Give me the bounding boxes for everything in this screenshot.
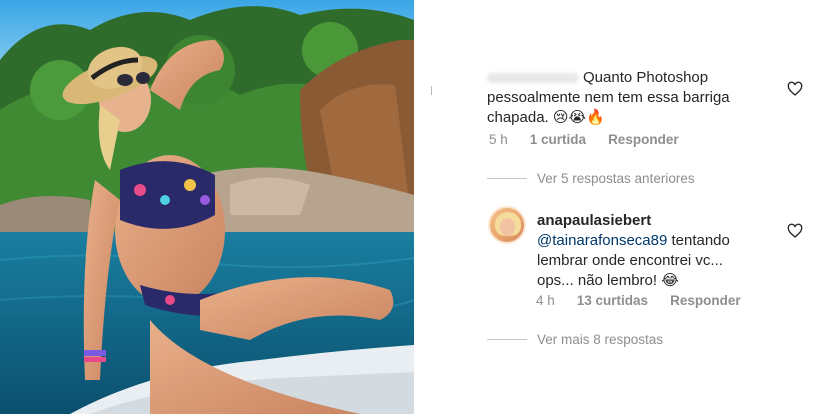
- reply-button[interactable]: Responder: [608, 132, 679, 147]
- comment-line: lembrar onde encontrei vc...: [537, 252, 723, 269]
- comment-text: Quanto Photoshop pessoalmente nem tem es…: [487, 68, 787, 128]
- blurred-username: [487, 73, 579, 84]
- view-previous-replies[interactable]: Ver 5 respostas anteriores: [487, 171, 695, 186]
- comment-time: 5 h: [489, 132, 508, 147]
- view-more-label: Ver mais 8 respostas: [537, 332, 664, 347]
- divider-line: [487, 178, 527, 179]
- heart-icon[interactable]: [787, 81, 803, 97]
- avatar[interactable]: [488, 206, 526, 244]
- comment-line: pessoalmente nem tem essa barriga: [487, 89, 730, 106]
- beach-photo-illustration: [0, 0, 414, 414]
- reply-text: anapaulasiebert @tainarafonseca89 tentan…: [537, 211, 787, 291]
- comment-line: Quanto Photoshop: [487, 68, 787, 88]
- view-more-replies[interactable]: Ver mais 8 respostas: [487, 332, 663, 347]
- likes-count[interactable]: 13 curtidas: [577, 293, 648, 308]
- comment-line: chapada. 😢😭🔥: [487, 109, 605, 126]
- likes-count[interactable]: 1 curtida: [530, 132, 586, 147]
- comments-panel: Quanto Photoshop pessoalmente nem tem es…: [414, 0, 828, 414]
- comment-meta: 5 h 1 curtida Responder: [489, 132, 679, 147]
- reply-meta: 4 h 13 curtidas Responder: [536, 293, 741, 308]
- comment-line: ops... não lembro! 😂: [537, 272, 679, 289]
- reply-username[interactable]: anapaulasiebert: [537, 211, 787, 231]
- heart-icon[interactable]: [787, 223, 803, 239]
- side-mark: [431, 86, 432, 95]
- mention-link[interactable]: @tainarafonseca89: [537, 232, 667, 249]
- reply-time: 4 h: [536, 293, 555, 308]
- post-photo: [0, 0, 414, 414]
- reply-button[interactable]: Responder: [670, 293, 741, 308]
- comment-line: @tainarafonseca89 tentando: [537, 232, 730, 249]
- view-previous-label: Ver 5 respostas anteriores: [537, 171, 695, 186]
- divider-line: [487, 339, 527, 340]
